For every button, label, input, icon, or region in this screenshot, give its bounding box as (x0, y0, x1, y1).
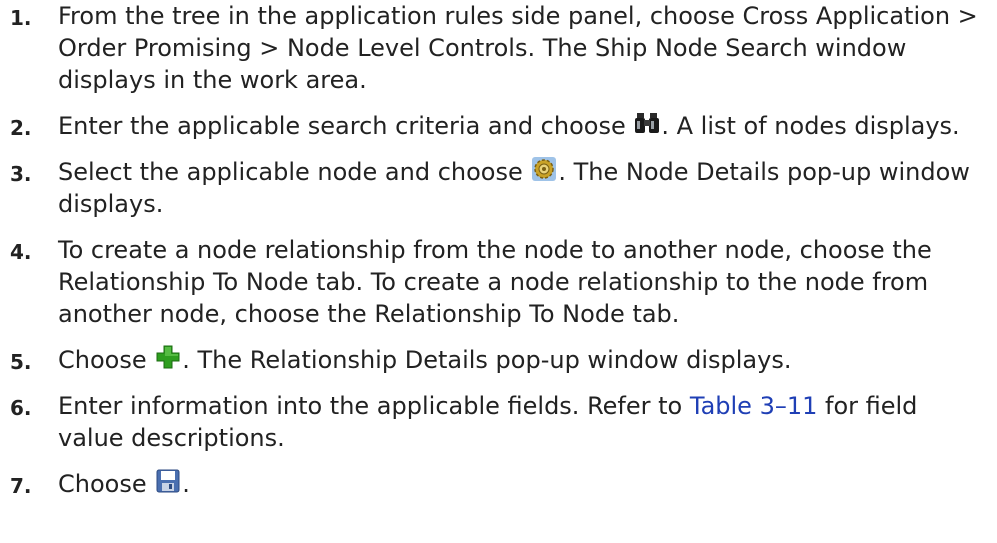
binoculars-icon (634, 110, 660, 136)
step-number: 2. (10, 116, 32, 140)
step-text-after: . A list of nodes displays. (661, 112, 960, 140)
step-4: 4. To create a node relationship from th… (0, 234, 997, 330)
table-reference-link[interactable]: Table 3–11 (690, 392, 818, 420)
step-number: 3. (10, 162, 32, 186)
step-text: To create a node relationship from the n… (58, 236, 932, 328)
step-2: 2. Enter the applicable search criteria … (0, 110, 997, 142)
save-disk-icon (155, 468, 181, 494)
step-text-before: Enter the applicable search criteria and… (58, 112, 634, 140)
step-number: 5. (10, 350, 32, 374)
procedure-steps: 1. From the tree in the application rule… (0, 0, 997, 514)
step-text-after: . The Relationship Details pop-up window… (182, 346, 792, 374)
step-5: 5. Choose . The Relationship Details pop… (0, 344, 997, 376)
step-text-before: Choose (58, 346, 155, 374)
step-6: 6. Enter information into the applicable… (0, 390, 997, 454)
step-3: 3. Select the applicable node and choose… (0, 156, 997, 220)
step-number: 7. (10, 474, 32, 498)
step-text-before: Select the applicable node and choose (58, 158, 531, 186)
details-gear-icon (531, 156, 557, 182)
step-1: 1. From the tree in the application rule… (0, 0, 997, 96)
step-text-after: . (182, 470, 190, 498)
green-plus-icon (155, 344, 181, 370)
step-text-before: Choose (58, 470, 155, 498)
step-text-before: Enter information into the applicable fi… (58, 392, 690, 420)
step-number: 6. (10, 396, 32, 420)
step-text: From the tree in the application rules s… (58, 2, 978, 94)
step-7: 7. Choose . (0, 468, 997, 500)
step-number: 4. (10, 240, 32, 264)
step-number: 1. (10, 6, 32, 30)
